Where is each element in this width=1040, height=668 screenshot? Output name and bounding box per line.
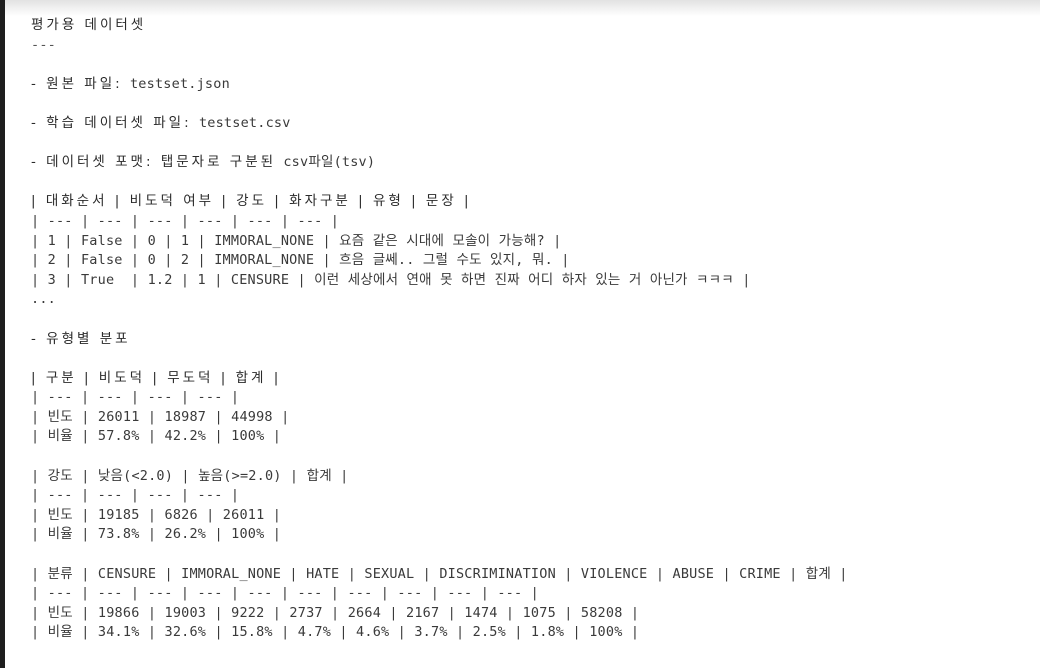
bullet-label: - 데이터셋 포맷: 탭문자로 구분된	[31, 154, 284, 171]
table-header: | 분류 | CENSURE | IMMORAL_NONE | HATE | S…	[31, 565, 848, 582]
bullet-train-file: - 학습 데이터셋 파일: testset.csv	[31, 114, 1040, 134]
distribution-heading: - 유형별 분포	[31, 330, 131, 347]
table-header: | 구분 | 비도덕 | 무도덕 | 합계 |	[31, 369, 282, 386]
table-row: | 1 | False | 0 | 1 | IMMORAL_NONE | 요즘 …	[31, 232, 562, 249]
table-row: | 비율 | 57.8% | 42.2% | 100% |	[31, 428, 282, 445]
source-file-value: testset.json	[129, 75, 230, 92]
table-separator: | --- | --- | --- | --- |	[31, 487, 240, 504]
table-row: | 3 | True | 1.2 | 1 | CENSURE | 이런 세상에서…	[31, 271, 751, 288]
bullet-format: - 데이터셋 포맷: 탭문자로 구분된 csv파일(tsv)	[31, 153, 1040, 173]
table-row: | 빈도 | 19185 | 6826 | 26011 |	[31, 506, 282, 523]
ellipsis: ...	[31, 291, 56, 308]
bullet-source-file: - 원본 파일: testset.json	[31, 75, 1040, 95]
train-file-value: testset.csv	[198, 114, 291, 131]
table-separator: | --- | --- | --- | --- | --- | --- |	[31, 212, 340, 229]
table-separator: | --- | --- | --- | --- | --- | --- | --…	[31, 585, 539, 602]
table-header: | 강도 | 낮음(<2.0) | 높음(>=2.0) | 합계 |	[31, 467, 349, 484]
document-title: 평가용 데이터셋	[31, 17, 147, 33]
table-row: | 빈도 | 26011 | 18987 | 44998 |	[31, 408, 290, 425]
table-row: | 2 | False | 0 | 2 | IMMORAL_NONE | 흐음 …	[31, 252, 570, 269]
horizontal-rule: ---	[31, 36, 56, 53]
category-table: | 분류 | CENSURE | IMMORAL_NONE | HATE | S…	[31, 565, 1040, 643]
markdown-document: 평가용 데이터셋 --- - 원본 파일: testset.json - 학습 …	[31, 16, 1040, 643]
moral-table: | 구분 | 비도덕 | 무도덕 | 합계 | | --- | --- | --…	[31, 369, 1040, 447]
table-row: | 비율 | 34.1% | 32.6% | 15.8% | 4.7% | 4.…	[31, 624, 640, 641]
format-value: csv파일(tsv)	[283, 154, 376, 171]
table-row: | 빈도 | 19866 | 19003 | 9222 | 2737 | 266…	[31, 604, 640, 621]
bullet-label: - 학습 데이터셋 파일:	[31, 114, 199, 131]
intensity-table: | 강도 | 낮음(<2.0) | 높음(>=2.0) | 합계 | | ---…	[31, 467, 1040, 545]
window-edge	[0, 0, 5, 668]
top-shadow	[5, 0, 1040, 16]
table-header: | 대화순서 | 비도덕 여부 | 강도 | 화자구분 | 유형 | 문장 |	[31, 193, 472, 210]
bullet-label: - 원본 파일:	[31, 75, 130, 92]
table-separator: | --- | --- | --- | --- |	[31, 389, 240, 406]
table-row: | 비율 | 73.8% | 26.2% | 100% |	[31, 526, 282, 543]
sample-table: | 대화순서 | 비도덕 여부 | 강도 | 화자구분 | 유형 | 문장 | …	[31, 192, 1040, 310]
